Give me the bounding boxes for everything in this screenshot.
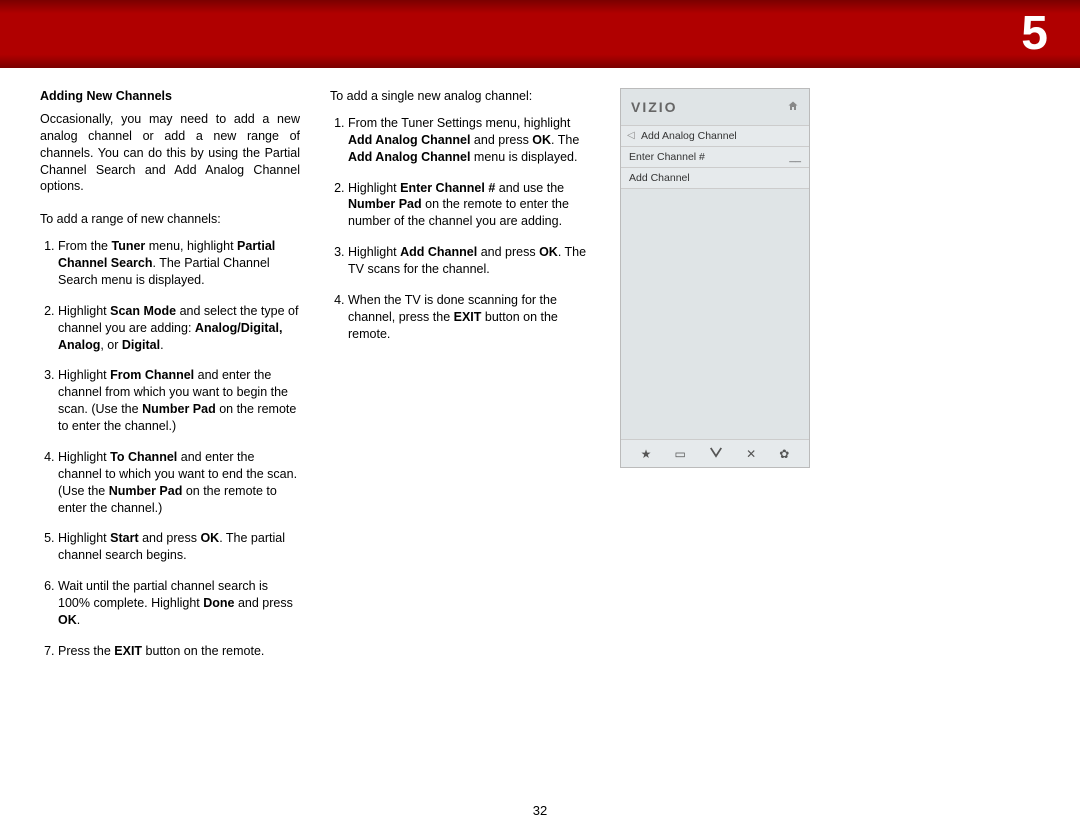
tv-logo: VIZIO: [631, 99, 678, 115]
range-steps: From the Tuner menu, highlight Partial C…: [58, 238, 300, 660]
step-3: Highlight From Channel and enter the cha…: [58, 367, 300, 435]
wide-icon: ▭: [674, 447, 685, 461]
section-heading: Adding New Channels: [40, 88, 300, 105]
tv-row-enter-channel: Enter Channel # __: [621, 147, 809, 168]
tv-menu-box: VIZIO ◁ Add Analog Channel Enter Channel…: [620, 88, 810, 468]
step-5: Highlight Start and press OK. The partia…: [58, 530, 300, 564]
home-icon: [787, 100, 799, 115]
single-steps: From the Tuner Settings menu, highlight …: [348, 115, 590, 343]
step-1: From the Tuner Settings menu, highlight …: [348, 115, 590, 166]
middle-column: To add a single new analog channel: From…: [330, 88, 590, 674]
step-1: From the Tuner menu, highlight Partial C…: [58, 238, 300, 289]
back-arrow-icon: ◁: [627, 130, 635, 141]
intro-paragraph: Occasionally, you may need to add a new …: [40, 111, 300, 195]
step-3: Highlight Add Channel and press OK. The …: [348, 244, 590, 278]
step-2: Highlight Scan Mode and select the type …: [58, 303, 300, 354]
left-column: Adding New Channels Occasionally, you ma…: [40, 88, 300, 674]
step-4: When the TV is done scanning for the cha…: [348, 292, 590, 343]
page-content: Adding New Channels Occasionally, you ma…: [40, 88, 1040, 674]
lead-range: To add a range of new channels:: [40, 211, 300, 228]
chapter-number: 5: [1021, 6, 1048, 61]
star-icon: ★: [641, 447, 652, 461]
lead-single: To add a single new analog channel:: [330, 88, 590, 105]
close-icon: ✕: [746, 447, 756, 461]
step-4: Highlight To Channel and enter the chann…: [58, 449, 300, 517]
header-bar: [0, 0, 1080, 68]
tv-footer-icons: ★ ▭ ✕ ✿: [621, 439, 809, 467]
vudu-icon: [709, 446, 723, 461]
tv-row-add-channel: Add Channel: [621, 168, 809, 189]
tv-screenshot: VIZIO ◁ Add Analog Channel Enter Channel…: [620, 88, 810, 674]
step-6: Wait until the partial channel search is…: [58, 578, 300, 629]
gear-icon: ✿: [779, 447, 789, 461]
page-number: 32: [0, 803, 1080, 818]
tv-row-add-analog: ◁ Add Analog Channel: [621, 126, 809, 147]
tv-header: VIZIO: [621, 89, 809, 125]
tv-menu-list: ◁ Add Analog Channel Enter Channel # __ …: [621, 125, 809, 189]
step-2: Highlight Enter Channel # and use the Nu…: [348, 180, 590, 231]
step-7: Press the EXIT button on the remote.: [58, 643, 300, 660]
